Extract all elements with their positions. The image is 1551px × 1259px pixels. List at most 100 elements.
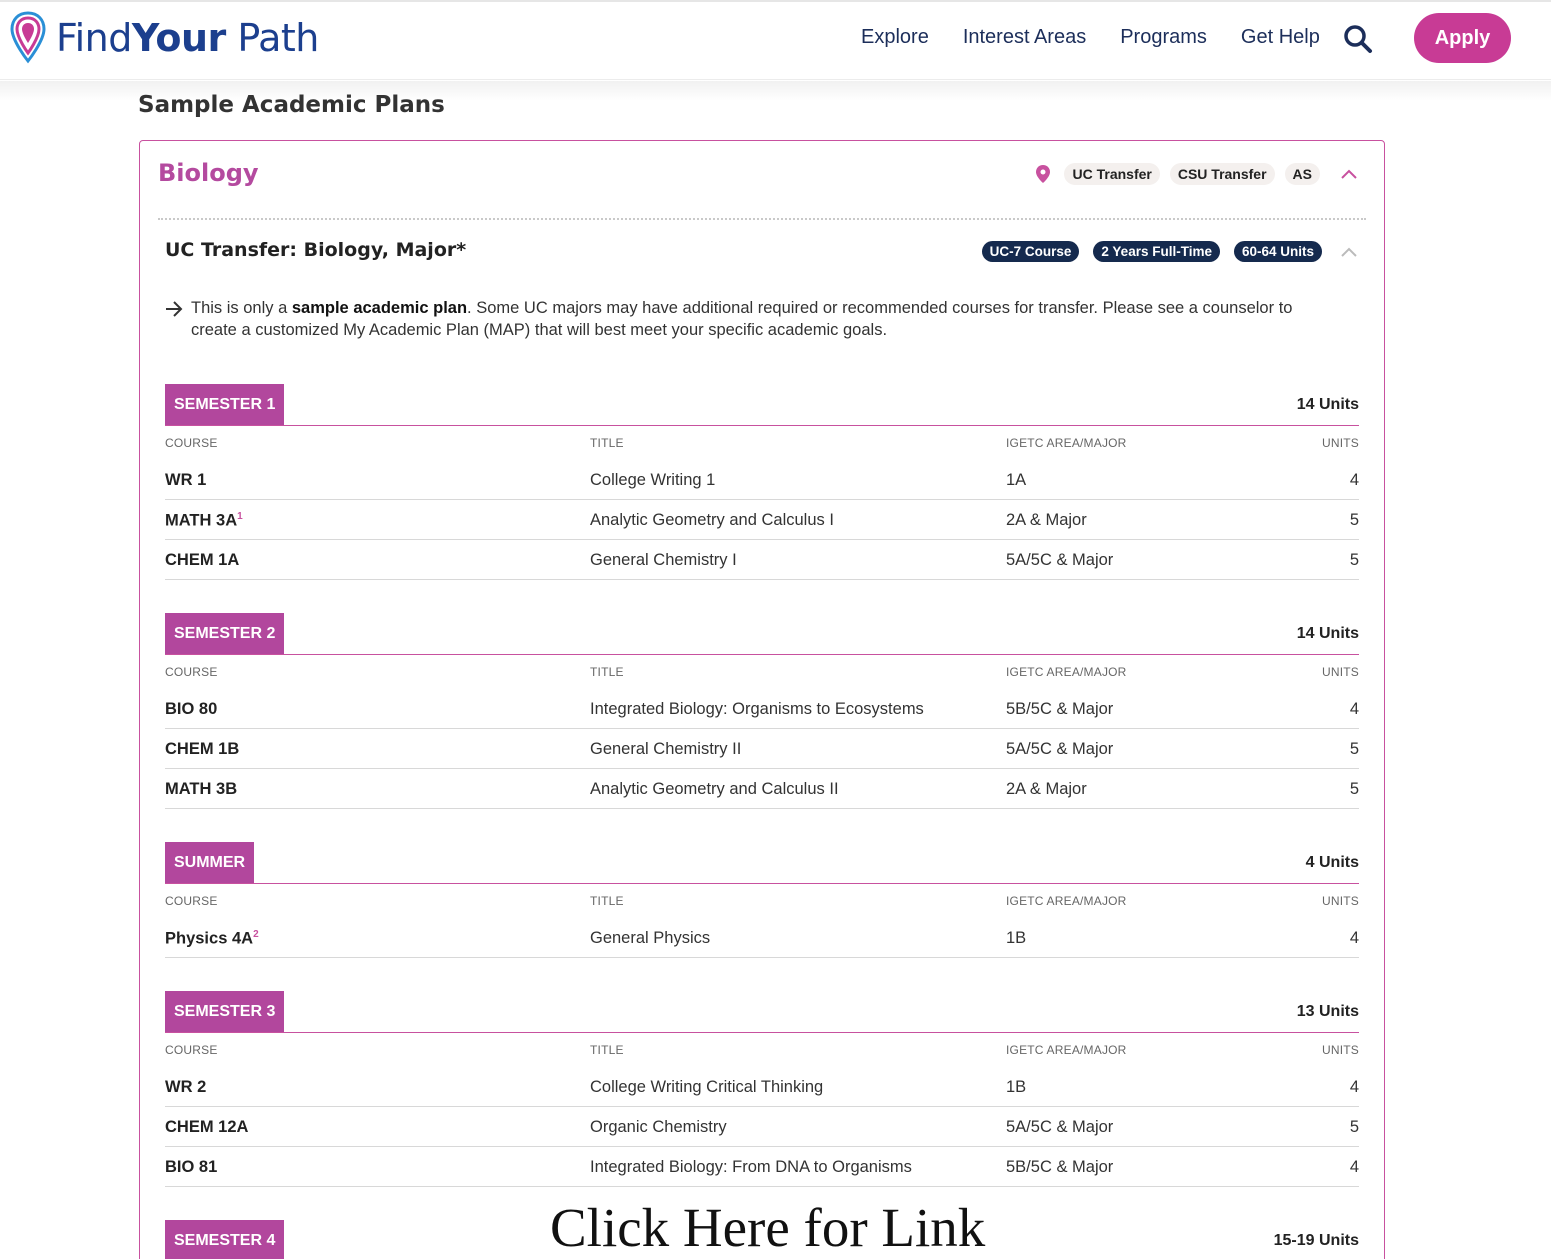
chevron-up-icon[interactable] (1340, 168, 1358, 180)
semester-units: 4 Units (1305, 854, 1359, 871)
semester-units: 14 Units (1296, 396, 1359, 413)
course-units: 4 (1349, 700, 1359, 718)
course-title: General Chemistry I (590, 551, 737, 569)
column-header: TITLE (590, 436, 624, 450)
column-headers: COURSE TITLE IGETC AREA/MAJOR UNITS (165, 1033, 1359, 1067)
course-code: CHEM 12A (165, 1118, 248, 1137)
igetc-area: 5A/5C & Major (1006, 740, 1114, 758)
plan-note: This is only a sample academic plan. Som… (165, 297, 1335, 341)
column-headers: COURSE TITLE IGETC AREA/MAJOR UNITS (165, 655, 1359, 689)
course-code: MATH 3A1 (165, 511, 243, 531)
course-title: General Physics (590, 929, 711, 947)
table-row: MATH 3B Analytic Geometry and Calculus II… (165, 769, 1359, 809)
semester-block: SEMESTER 3 13 Units COURSE TITLE IGETC AREA/… (165, 991, 1359, 1187)
column-header: UNITS (1322, 1043, 1359, 1057)
tag-uc-transfer: UC Transfer (1064, 163, 1160, 185)
column-header: UNITS (1322, 665, 1359, 679)
course-code-text: Physics 4A (165, 929, 254, 948)
column-header: IGETC AREA/MAJOR (1006, 1043, 1127, 1057)
semester-header: SEMESTER 3 13 Units (165, 991, 1359, 1033)
logo-find: Find (56, 16, 132, 60)
column-header: TITLE (590, 665, 624, 679)
course-units: 4 (1349, 1078, 1359, 1096)
course-units: 4 (1349, 1158, 1359, 1176)
column-header: IGETC AREA/MAJOR (1006, 894, 1127, 908)
table-row: MATH 3A1 Analytic Geometry and Calculus I… (165, 500, 1359, 540)
course-title: College Writing 1 (590, 471, 716, 489)
path-title[interactable]: UC Transfer: Biology, Major* (165, 239, 466, 261)
course-title: Integrated Biology: From DNA to Organism… (590, 1158, 912, 1176)
course-code-text: BIO 81 (165, 1158, 218, 1176)
pill-uc7-course: UC-7 Course (981, 241, 1080, 262)
course-code: CHEM 1A (165, 551, 239, 570)
arrow-right-icon (166, 301, 183, 317)
igetc-area: 5A/5C & Major (1006, 1118, 1114, 1136)
nav-get-help[interactable]: Get Help (1241, 24, 1320, 50)
course-code: MATH 3B (165, 780, 237, 799)
footnote-marker[interactable]: 1 (237, 511, 243, 522)
course-title: Analytic Geometry and Calculus I (590, 511, 834, 529)
plan-name[interactable]: Biology (158, 159, 259, 187)
course-title: Organic Chemistry (590, 1118, 727, 1136)
course-code-text: CHEM 1B (165, 740, 240, 758)
semester-header: SUMMER 4 Units (165, 842, 1359, 884)
semester-label: SUMMER (165, 842, 255, 883)
table-row: CHEM 1B General Chemistry II 5A/5C & Major… (165, 729, 1359, 769)
table-row: WR 1 College Writing 1 1A 4 (165, 460, 1359, 500)
course-code: Physics 4A2 (165, 929, 259, 949)
note-bold: sample academic plan (291, 299, 468, 317)
nav-interest-areas[interactable]: Interest Areas (963, 24, 1086, 50)
igetc-area: 5A/5C & Major (1006, 551, 1114, 569)
course-units: 5 (1349, 740, 1359, 758)
semester-header: SEMESTER 2 14 Units (165, 613, 1359, 655)
plan-tags: UC Transfer CSU Transfer AS (1036, 163, 1358, 185)
course-units: 4 (1349, 471, 1359, 489)
igetc-area: 1B (1006, 929, 1027, 947)
logo-path: Path (237, 16, 319, 60)
column-header: UNITS (1322, 894, 1359, 908)
footnote-marker[interactable]: 2 (253, 929, 259, 940)
search-icon[interactable] (1343, 24, 1373, 54)
map-pin-logo-icon (10, 11, 46, 64)
column-header: COURSE (165, 665, 218, 679)
logo-your: Your (131, 16, 226, 60)
igetc-area: 5B/5C & Major (1006, 1158, 1114, 1176)
nav-explore[interactable]: Explore (861, 24, 929, 50)
nav-programs[interactable]: Programs (1120, 24, 1207, 50)
link-overlay-text[interactable]: Click Here for Link (550, 1196, 985, 1259)
chevron-up-icon[interactable] (1340, 246, 1358, 258)
course-code-text: MATH 3B (165, 780, 238, 798)
column-header: TITLE (590, 1043, 624, 1057)
course-code: BIO 81 (165, 1158, 217, 1177)
tag-as: AS (1284, 163, 1320, 185)
path-pills: UC-7 Course 2 Years Full-Time 60-64 Unit… (968, 241, 1358, 262)
column-header: IGETC AREA/MAJOR (1006, 436, 1127, 450)
igetc-area: 1B (1006, 1078, 1027, 1096)
igetc-area: 1A (1006, 471, 1027, 489)
column-header: UNITS (1322, 436, 1359, 450)
semester-label: SEMESTER 3 (165, 991, 285, 1032)
pill-units: 60-64 Units (1233, 241, 1322, 262)
table-row: CHEM 1A General Chemistry I 5A/5C & Major 5 (165, 540, 1359, 580)
apply-button[interactable]: Apply (1414, 13, 1511, 63)
course-units: 4 (1349, 929, 1359, 947)
divider (158, 218, 1366, 220)
course-code-text: WR 2 (165, 1078, 207, 1096)
site-logo[interactable]: FindYour Path (10, 10, 319, 66)
semester-label: SEMESTER 2 (165, 613, 285, 654)
course-code-text: BIO 80 (165, 700, 218, 718)
course-title: Integrated Biology: Organisms to Ecosyst… (590, 700, 924, 718)
course-title: Analytic Geometry and Calculus II (590, 780, 839, 798)
table-row: BIO 81 Integrated Biology: From DNA to Or… (165, 1147, 1359, 1187)
column-header: COURSE (165, 436, 218, 450)
semester-header: SEMESTER 1 14 Units (165, 384, 1359, 426)
plan-card: Biology UC Transfer CSU Transfer AS UC T… (139, 140, 1385, 1259)
column-header: TITLE (590, 894, 624, 908)
igetc-area: 2A & Major (1006, 511, 1087, 529)
column-header: COURSE (165, 894, 218, 908)
table-row: CHEM 12A Organic Chemistry 5A/5C & Major 5 (165, 1107, 1359, 1147)
note-pre: This is only a (191, 299, 292, 317)
course-code: WR 2 (165, 1078, 206, 1097)
tag-csu-transfer: CSU Transfer (1169, 163, 1275, 185)
table-row: BIO 80 Integrated Biology: Organisms to E… (165, 689, 1359, 729)
